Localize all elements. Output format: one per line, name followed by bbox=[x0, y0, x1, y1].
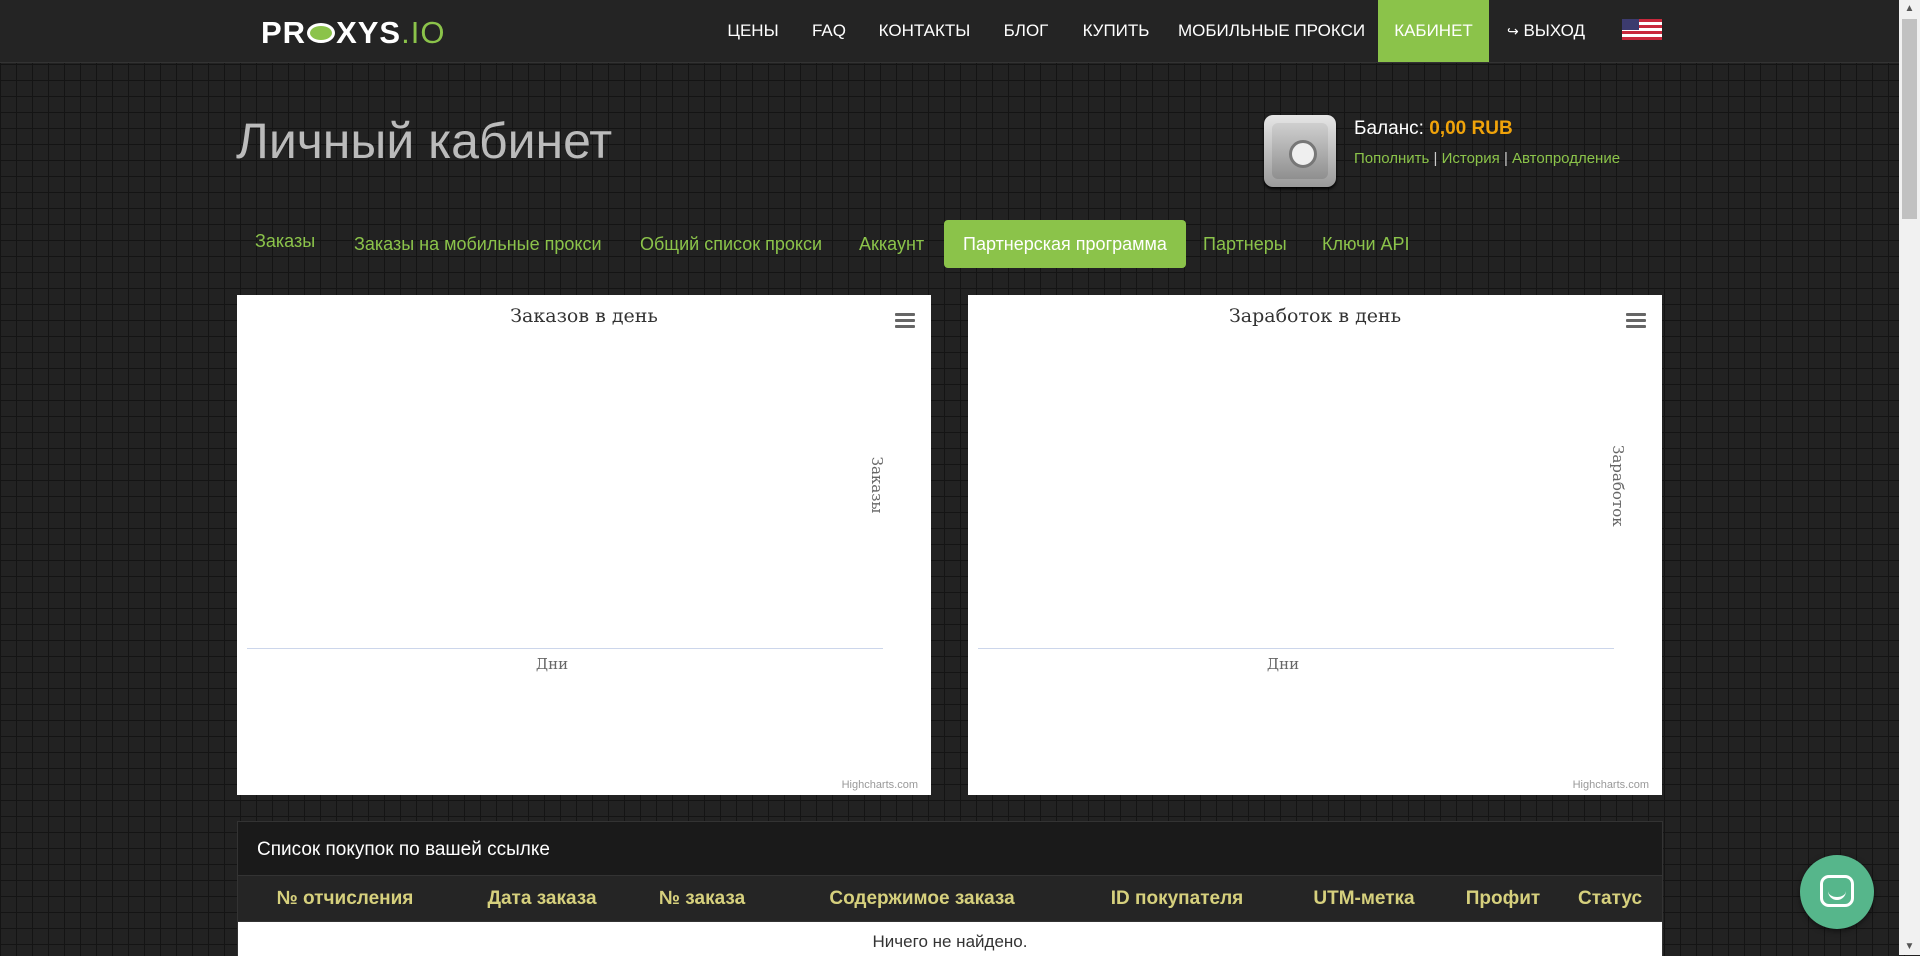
table-row: Ничего не найдено. bbox=[238, 922, 1662, 956]
nav-faq[interactable]: FAQ bbox=[807, 0, 851, 62]
chart-credits[interactable]: Highcharts.com bbox=[842, 779, 918, 791]
purchases-header: Список покупок по вашей ссылке bbox=[238, 822, 1662, 876]
nav-blog[interactable]: БЛОГ bbox=[998, 0, 1054, 62]
chart-title: Заказов в день bbox=[510, 305, 658, 327]
link-separator: | bbox=[1433, 150, 1438, 167]
logo-text-mid: XYS bbox=[336, 15, 402, 50]
nav-logout[interactable]: ↪ ВЫХОД bbox=[1505, 0, 1587, 62]
nav-cabinet[interactable]: КАБИНЕТ bbox=[1378, 0, 1489, 62]
x-axis-line bbox=[247, 648, 883, 649]
earnings-per-day-chart: Заработок в день Дни Заработок Highchart… bbox=[968, 295, 1662, 795]
orders-per-day-chart: Заказов в день Дни Заказы Highcharts.com bbox=[237, 295, 931, 795]
logo-mask-icon bbox=[307, 22, 336, 43]
nav-logout-label: ВЫХОД bbox=[1523, 21, 1585, 40]
balance-label: Баланс: bbox=[1354, 118, 1424, 139]
chart-title: Заработок в день bbox=[1228, 305, 1402, 327]
purchases-title: Список покупок по вашей ссылке bbox=[257, 839, 550, 860]
us-flag-icon[interactable] bbox=[1622, 19, 1662, 40]
site-logo[interactable]: PR XYS.IO bbox=[261, 16, 445, 50]
empty-message: Ничего не найдено. bbox=[872, 932, 1028, 951]
logo-text-main: PR bbox=[261, 15, 307, 50]
tab-orders[interactable]: Заказы bbox=[236, 217, 334, 265]
y-axis-label: Заказы bbox=[868, 456, 886, 514]
nav-contacts[interactable]: КОНТАКТЫ bbox=[871, 0, 978, 62]
nav-buy[interactable]: КУПИТЬ bbox=[1074, 0, 1158, 62]
column-header[interactable]: № отчисления bbox=[277, 876, 414, 921]
sign-out-icon: ↪ bbox=[1507, 23, 1519, 39]
y-axis-label: Заработок bbox=[1609, 445, 1627, 527]
tab-mobile-orders[interactable]: Заказы на мобильные прокси bbox=[335, 220, 621, 268]
balance-display: Баланс: 0,00 RUB bbox=[1354, 118, 1513, 140]
history-link[interactable]: История bbox=[1442, 150, 1500, 167]
balance-amount: 0,00 RUB bbox=[1429, 118, 1513, 139]
chart-menu-icon[interactable] bbox=[1626, 313, 1646, 329]
column-header[interactable]: Статус bbox=[1578, 876, 1642, 921]
column-header[interactable]: Профит bbox=[1466, 876, 1540, 921]
scroll-down-arrow-icon[interactable]: ▼ bbox=[1899, 938, 1920, 955]
purchases-panel: Список покупок по вашей ссылке № отчисле… bbox=[237, 821, 1663, 956]
nav-prices[interactable]: ЦЕНЫ bbox=[718, 0, 788, 62]
scroll-thumb[interactable] bbox=[1902, 19, 1917, 219]
x-axis-label: Дни bbox=[1266, 655, 1300, 673]
top-navbar: PR XYS.IO ЦЕНЫ FAQ КОНТАКТЫ БЛОГ КУПИТЬ М… bbox=[0, 0, 1899, 63]
table-header-row: № отчисления Дата заказа № заказа Содерж… bbox=[238, 876, 1662, 922]
balance-links: Пополнить | История | Автопродление bbox=[1354, 150, 1620, 167]
scroll-up-arrow-icon[interactable]: ▲ bbox=[1899, 0, 1920, 17]
page-scrollbar[interactable]: ▲ ▼ bbox=[1899, 0, 1920, 955]
chart-credits[interactable]: Highcharts.com bbox=[1573, 779, 1649, 791]
page-title: Личный кабинет bbox=[236, 113, 613, 169]
column-header[interactable]: № заказа bbox=[659, 876, 745, 921]
x-axis-line bbox=[978, 648, 1614, 649]
tab-account[interactable]: Аккаунт bbox=[840, 220, 943, 268]
x-axis-label: Дни bbox=[535, 655, 569, 673]
column-header[interactable]: ID покупателя bbox=[1111, 876, 1244, 921]
safe-icon bbox=[1264, 115, 1336, 187]
logo-text-end: .IO bbox=[401, 15, 446, 50]
topup-link[interactable]: Пополнить bbox=[1354, 150, 1429, 167]
autorenew-link[interactable]: Автопродление bbox=[1512, 150, 1620, 167]
chat-launcher-button[interactable] bbox=[1800, 855, 1874, 929]
column-header[interactable]: UTM-метка bbox=[1313, 876, 1414, 921]
link-separator: | bbox=[1503, 150, 1508, 167]
chart-menu-icon[interactable] bbox=[895, 313, 915, 329]
tab-affiliate[interactable]: Партнерская программа bbox=[944, 220, 1186, 268]
nav-mobile-proxy[interactable]: МОБИЛЬНЫЕ ПРОКСИ bbox=[1178, 0, 1365, 62]
column-header[interactable]: Содержимое заказа bbox=[829, 876, 1014, 921]
tab-api-keys[interactable]: Ключи API bbox=[1303, 220, 1429, 268]
tab-partners[interactable]: Партнеры bbox=[1184, 220, 1306, 268]
tab-proxy-list[interactable]: Общий список прокси bbox=[621, 220, 841, 268]
column-header[interactable]: Дата заказа bbox=[487, 876, 596, 921]
